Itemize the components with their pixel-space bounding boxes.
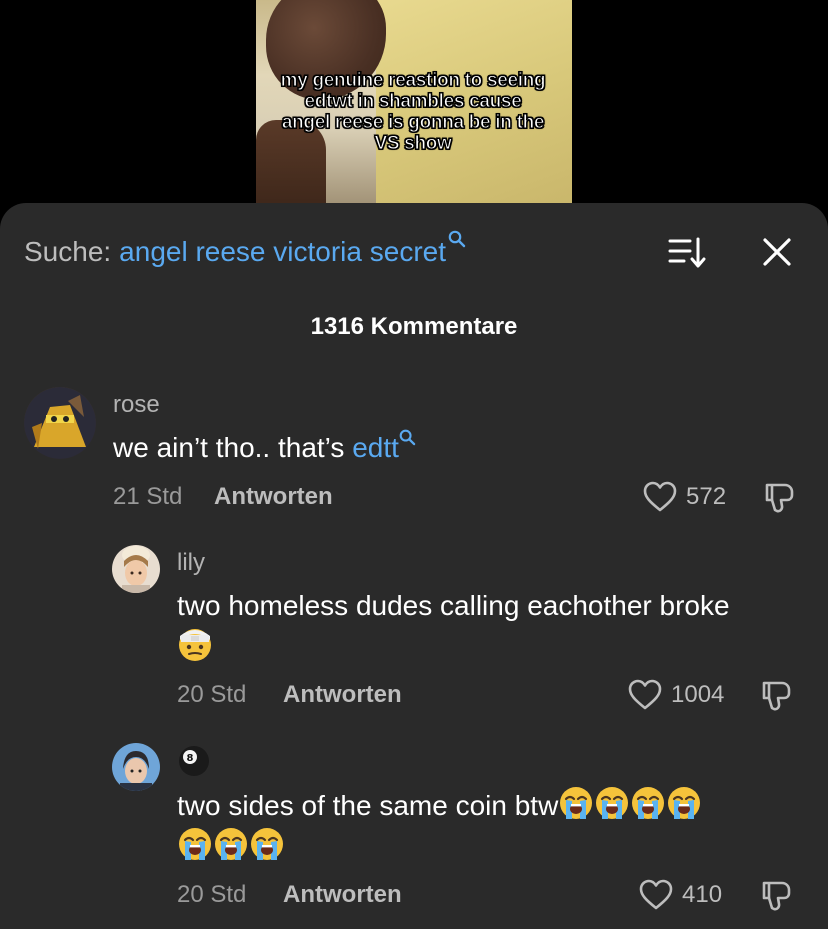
comment-username[interactable]: rose — [113, 391, 160, 419]
face-with-head-bandage-icon — [179, 629, 211, 661]
like-count: 1004 — [671, 681, 725, 708]
comment-count: 1316 Kommentare — [310, 313, 518, 340]
thumbs-down-icon — [765, 483, 794, 513]
comment-username-emoji[interactable]: 8 — [177, 744, 211, 785]
thumbs-down-icon — [762, 881, 791, 911]
video-caption: my genuine reastion to seeing edtwt in s… — [280, 70, 546, 155]
svg-text:8: 8 — [187, 753, 194, 764]
heart-icon — [639, 879, 673, 910]
loudly-crying-face-icon — [251, 828, 283, 860]
comment-timestamp: 21 Std — [113, 483, 183, 510]
comment-username[interactable]: lily — [177, 549, 205, 577]
comment-body: we ain’t tho.. that’s — [113, 432, 353, 463]
reply-button[interactable]: Antworten — [283, 881, 402, 909]
comment-text: two homeless dudes calling eachother bro… — [177, 586, 817, 667]
avatar[interactable] — [112, 545, 160, 593]
heart-icon — [628, 679, 662, 710]
comment-timestamp: 20 Std — [177, 881, 247, 908]
search-prefix: Suche: — [24, 236, 112, 267]
reply-button[interactable]: Antworten — [283, 681, 402, 709]
comment-body: two sides of the same coin btw — [177, 790, 559, 821]
comment-text: two sides of the same coin btw — [177, 785, 817, 867]
close-button[interactable] — [760, 233, 794, 271]
search-icon — [399, 429, 416, 451]
close-icon — [763, 238, 791, 266]
dislike-button[interactable] — [760, 679, 794, 718]
comments-sheet: Suche: angel reese victoria secret 1316 … — [0, 203, 828, 929]
search-link[interactable]: edtt — [352, 432, 399, 463]
like-button[interactable]: 572 — [642, 481, 726, 513]
loudly-crying-face-icon — [596, 787, 629, 819]
avatar[interactable] — [24, 387, 96, 459]
search-suggestion[interactable]: Suche: angel reese victoria secret — [24, 230, 466, 269]
like-button[interactable]: 410 — [638, 879, 722, 911]
search-query-link[interactable]: angel reese victoria secret — [119, 236, 446, 268]
comment-text: we ain’t tho.. that’s edtt — [113, 428, 416, 472]
heart-icon — [643, 481, 677, 512]
sort-button[interactable] — [668, 235, 708, 271]
sort-icon — [668, 237, 706, 268]
reply-button[interactable]: Antworten — [214, 483, 333, 511]
like-count: 572 — [686, 483, 727, 510]
search-icon — [448, 230, 466, 254]
comment-timestamp: 20 Std — [177, 681, 247, 708]
comment-body: two homeless dudes calling eachother bro… — [177, 590, 730, 621]
like-count: 410 — [682, 881, 723, 908]
avatar[interactable] — [112, 743, 160, 791]
pool-8-ball-icon: 8 — [179, 746, 209, 776]
dislike-button[interactable] — [763, 481, 797, 520]
thumbs-down-icon — [762, 681, 791, 711]
loudly-crying-face-icon — [215, 828, 247, 860]
like-button[interactable]: 1004 — [627, 679, 724, 711]
loudly-crying-face-icon — [560, 787, 593, 819]
dislike-button[interactable] — [760, 879, 794, 918]
loudly-crying-face-icon — [179, 828, 211, 860]
loudly-crying-face-icon — [668, 787, 701, 819]
loudly-crying-face-icon — [632, 787, 665, 819]
